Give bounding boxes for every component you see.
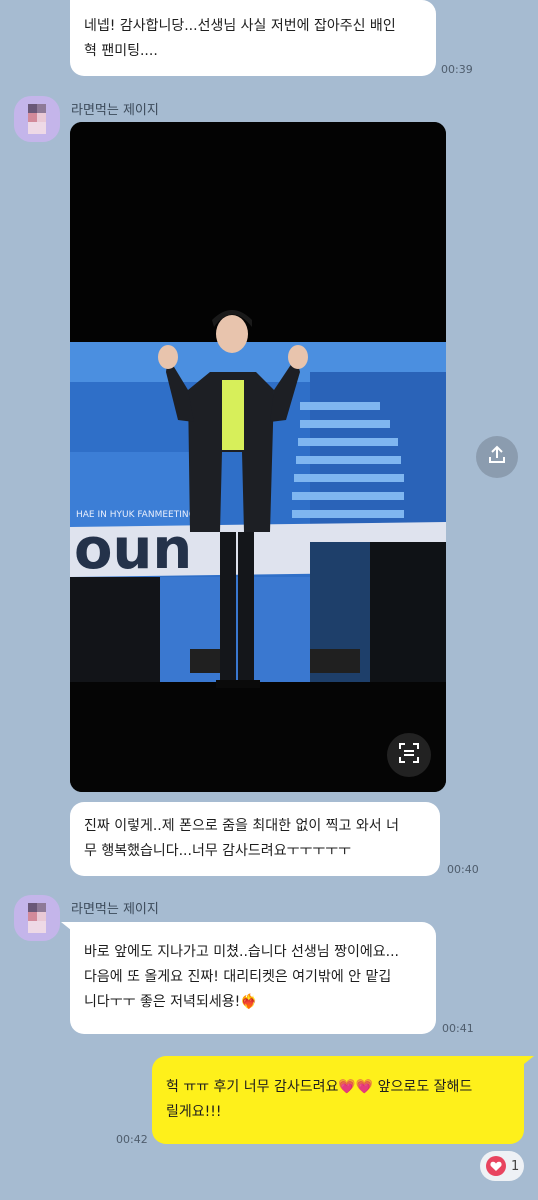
reaction-count: 1 [511, 1158, 520, 1174]
message-time: 00:41 [442, 1022, 474, 1035]
heart-icon [486, 1156, 506, 1176]
reaction-badge[interactable]: 1 [480, 1151, 524, 1181]
share-button[interactable] [476, 436, 518, 478]
message-text: 진짜 이렇게..제 폰으로 줌을 최대한 없이 찍고 와서 너 [84, 818, 399, 834]
screen-caption: HAE IN HYUK FANMEETING [76, 510, 196, 520]
avatar[interactable] [14, 96, 60, 142]
message-text: 니다ㅜㅜ 좋은 저녁되세용!❤️‍🔥 [84, 994, 258, 1010]
message-bubble[interactable]: 바로 앞에도 지나가고 미쳤..습니다 선생님 짱이에요... 다음에 또 올게… [70, 922, 436, 1034]
scan-text-icon [398, 742, 420, 768]
message-bubble[interactable]: 네넵! 감사합니당...선생님 사실 저번에 잡아주신 배인 혁 팬미팅.... [70, 0, 436, 76]
message-text: 바로 앞에도 지나가고 미쳤..습니다 선생님 짱이에요... [84, 944, 399, 960]
message-time: 00:39 [441, 63, 473, 76]
bubble-tail [524, 1056, 534, 1064]
message-text: 다음에 또 올게요 진짜! 대리티켓은 여기밖에 안 맡깁 [84, 969, 392, 985]
message-time: 00:40 [447, 863, 479, 876]
sender-name: 라면먹는 제이지 [71, 103, 159, 118]
fanmeeting-photo: oun HAE IN HYUK FANMEETING [70, 122, 446, 792]
screen-text: oun [74, 517, 192, 582]
avatar[interactable] [14, 895, 60, 941]
share-icon [487, 445, 507, 469]
message-text: 네넵! 감사합니당...선생님 사실 저번에 잡아주신 배인 [84, 18, 396, 34]
message-bubble[interactable]: 진짜 이렇게..제 폰으로 줌을 최대한 없이 찍고 와서 너 무 행복했습니다… [70, 802, 440, 876]
scan-text-button[interactable] [387, 733, 431, 777]
my-message-bubble[interactable]: 헉 ㅠㅠ 후기 너무 감사드려요💗💗 앞으로도 잘해드 릴게요!!! [152, 1056, 524, 1144]
message-time: 00:42 [116, 1133, 148, 1146]
sender-name: 라면먹는 제이지 [71, 902, 159, 917]
message-text: 무 행복했습니다...너무 감사드려요ㅜㅜㅜㅜㅜ [84, 843, 351, 859]
message-text: 혁 팬미팅.... [84, 43, 158, 59]
message-text: 헉 ㅠㅠ 후기 너무 감사드려요💗💗 앞으로도 잘해드 [166, 1079, 473, 1095]
message-text: 릴게요!!! [166, 1104, 222, 1120]
photo-message[interactable]: oun HAE IN HYUK FANMEETING [70, 122, 446, 792]
